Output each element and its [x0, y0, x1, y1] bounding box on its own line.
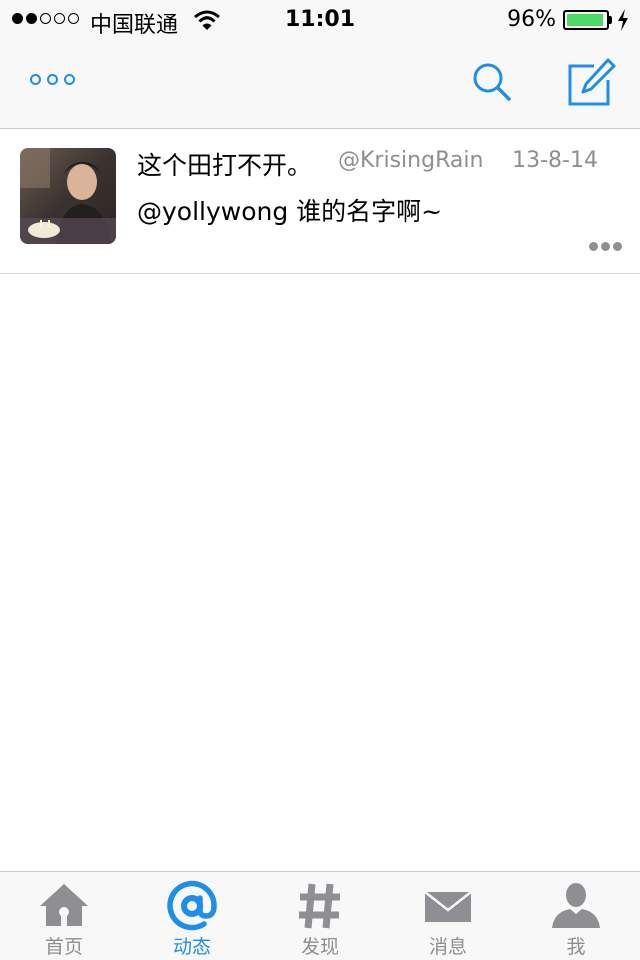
charging-icon: [618, 9, 628, 31]
at-icon: [167, 880, 217, 931]
more-icon[interactable]: [30, 74, 75, 85]
more-actions-icon[interactable]: [589, 242, 622, 251]
tab-label: 动态: [172, 936, 211, 958]
tab-me[interactable]: 我: [512, 872, 640, 960]
user-name[interactable]: 这个田打不开。: [137, 146, 312, 182]
list-item[interactable]: 这个田打不开。 @KrisingRain 13-8-14 @yollywong …: [0, 130, 640, 274]
battery-percent: 96%: [507, 7, 556, 32]
tab-label: 消息: [428, 936, 467, 958]
tab-messages[interactable]: 消息: [384, 872, 512, 960]
user-handle: @KrisingRain: [338, 148, 484, 173]
tab-notifications[interactable]: 动态: [128, 872, 256, 960]
search-icon[interactable]: [470, 60, 514, 104]
tweet-date: 13-8-14: [512, 148, 598, 173]
tab-bar: 首页 动态 发现 消息 我: [0, 871, 640, 960]
battery-nub: [609, 16, 612, 24]
compose-icon[interactable]: [566, 58, 616, 108]
hashtag-icon: [299, 883, 340, 929]
tweet-text: @yollywong 谁的名字啊~: [137, 197, 443, 226]
status-bar: 中国联通 11:01 96%: [0, 0, 640, 40]
tab-label: 发现: [300, 936, 339, 958]
nav-bar: [0, 40, 640, 129]
battery-icon: [563, 10, 609, 30]
tab-home[interactable]: 首页: [0, 872, 128, 960]
person-icon: [552, 883, 600, 928]
tab-label: 我: [566, 936, 586, 958]
avatar[interactable]: [20, 148, 116, 244]
tab-discover[interactable]: 发现: [256, 872, 384, 960]
tab-label: 首页: [44, 936, 83, 958]
mail-icon: [424, 891, 472, 922]
home-icon: [40, 884, 88, 926]
